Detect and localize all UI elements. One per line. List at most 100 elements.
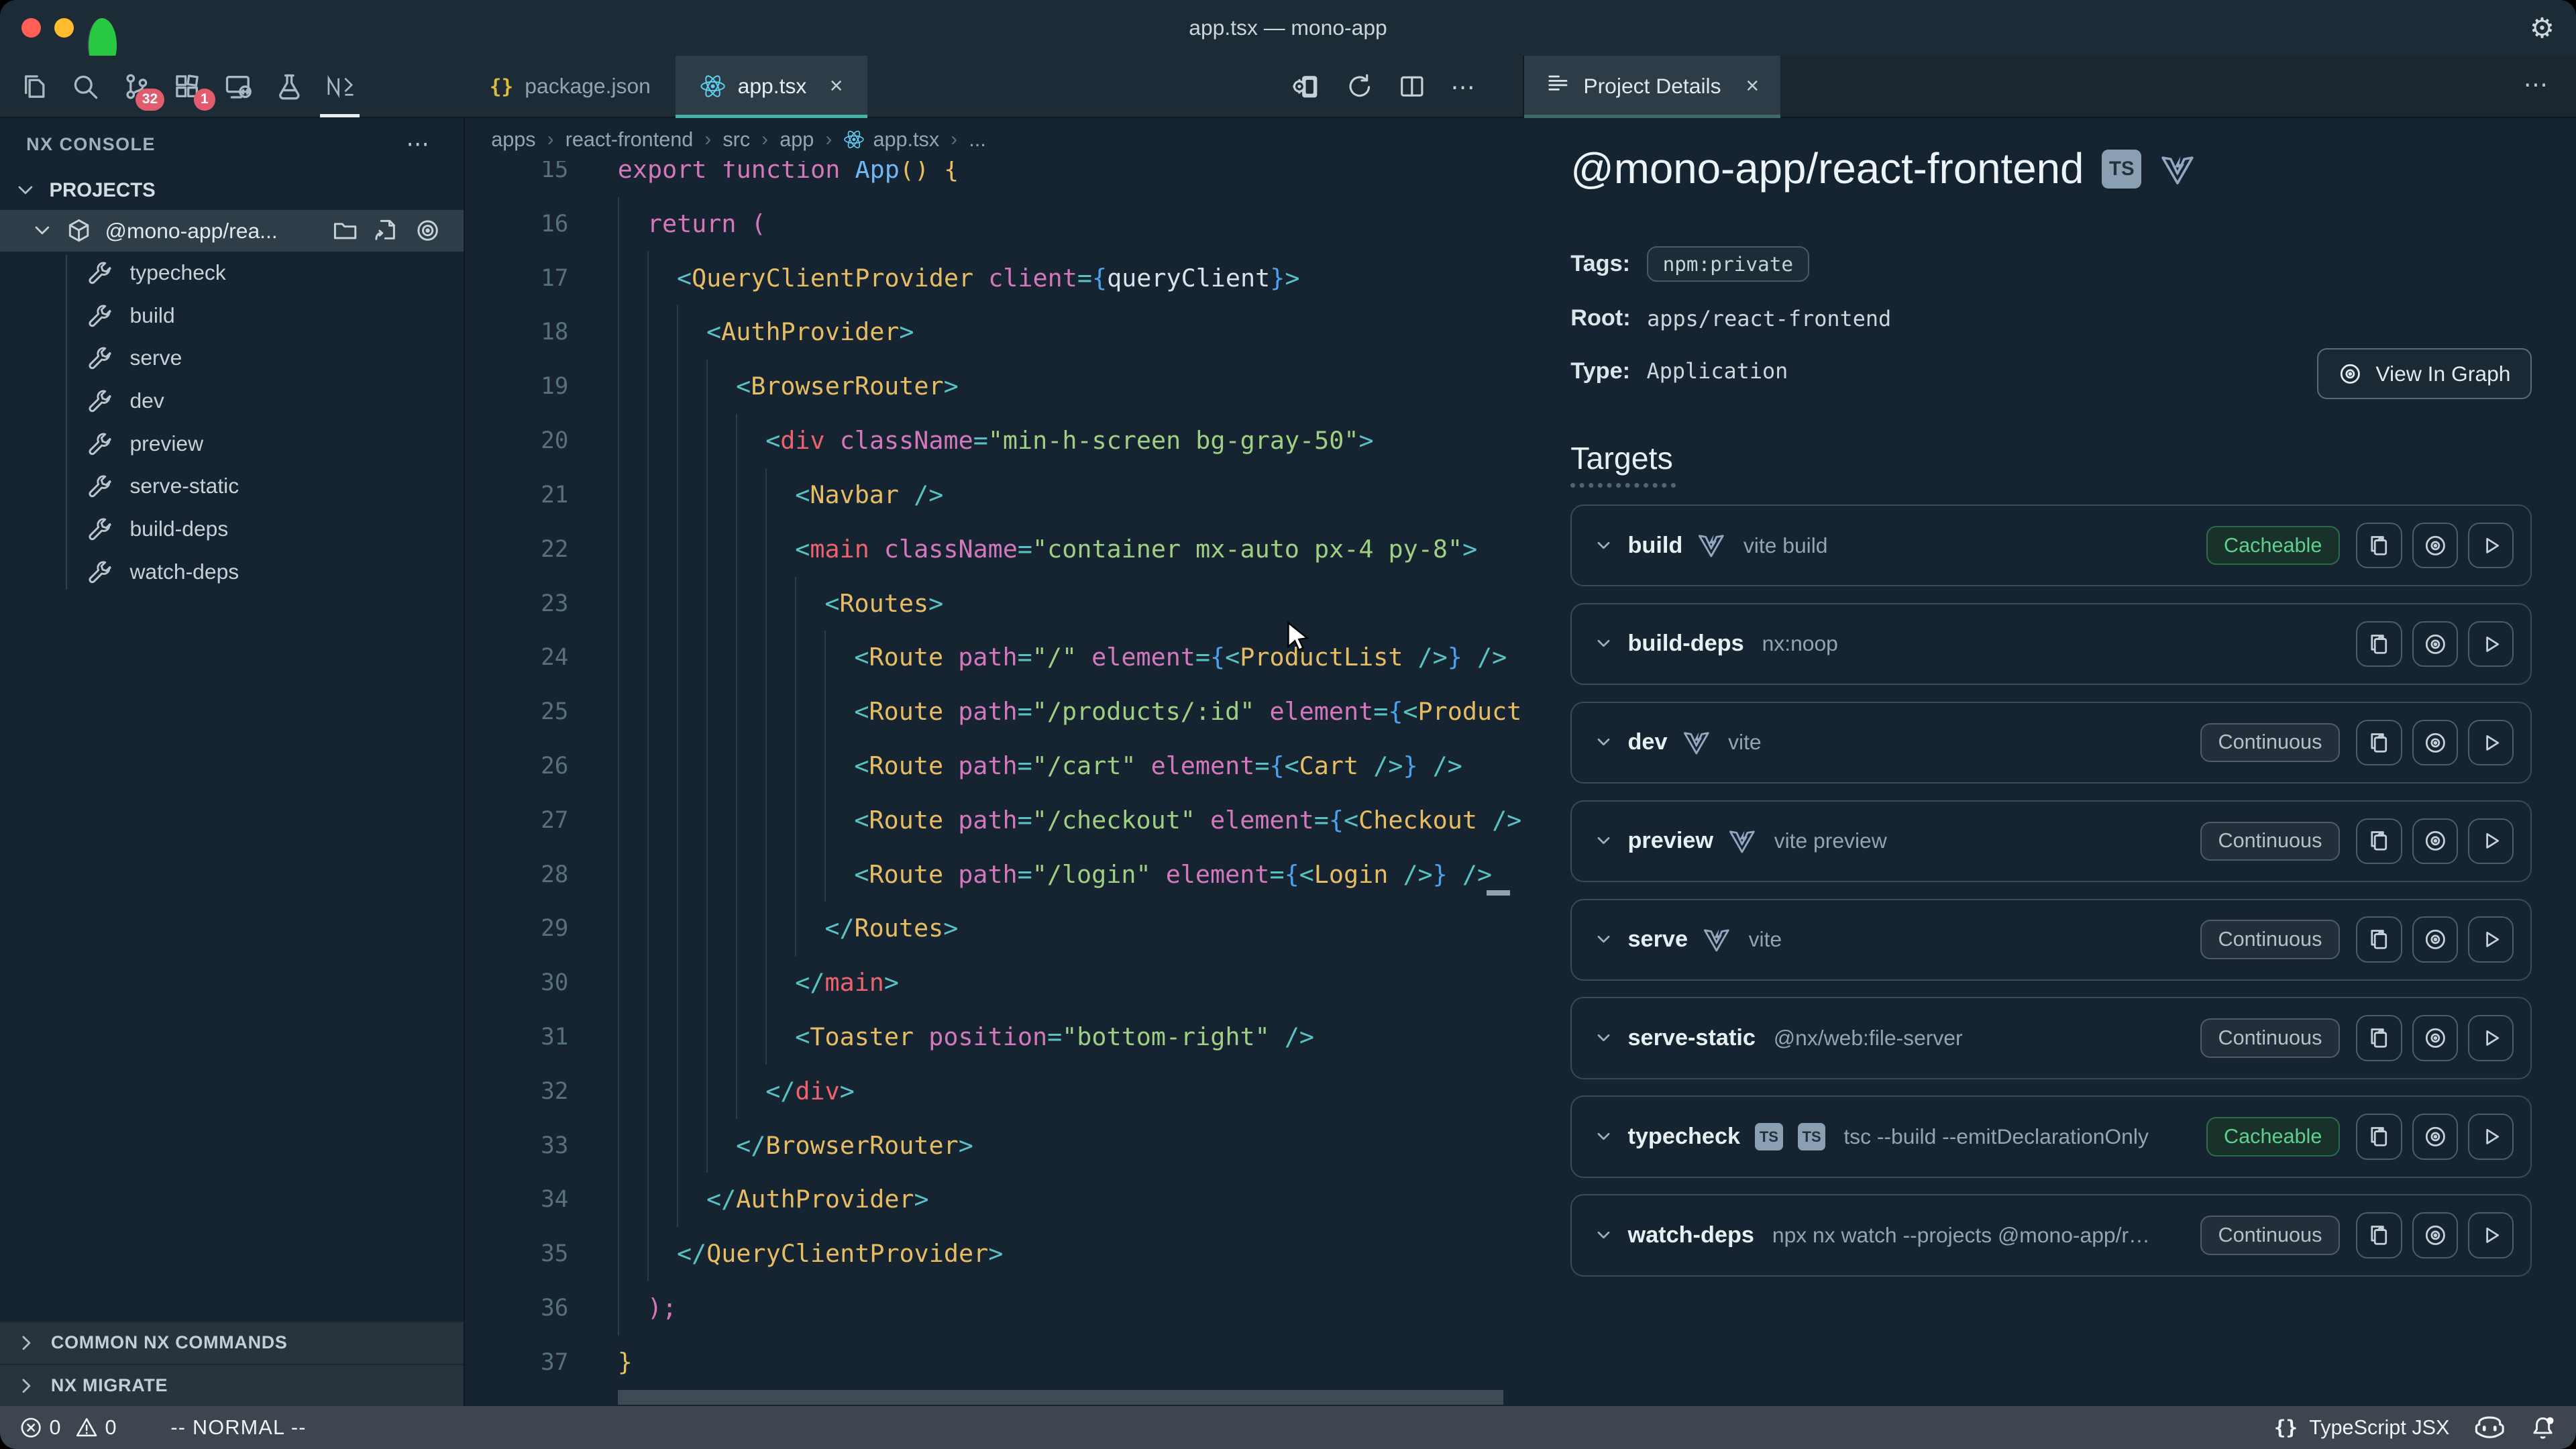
split-editor-icon[interactable] — [1398, 72, 1426, 101]
chevron-down-icon[interactable] — [1595, 930, 1613, 949]
settings-gear-icon[interactable]: ⚙ — [2530, 10, 2555, 46]
copy-button[interactable] — [2356, 818, 2402, 865]
target-card-build[interactable]: buildvite buildCacheable — [1570, 504, 2532, 586]
line-number[interactable]: 35 — [467, 1227, 569, 1281]
horizontal-scrollbar[interactable] — [618, 1390, 1503, 1405]
target-card-watch-deps[interactable]: watch-depsnpx nx watch --projects @mono-… — [1570, 1194, 2532, 1276]
line-number[interactable]: 25 — [467, 685, 569, 739]
extensions-icon[interactable]: 1 — [172, 72, 202, 101]
tree-item-task-build[interactable]: build — [0, 294, 464, 337]
line-number[interactable]: 16 — [467, 197, 569, 252]
tree-section-projects[interactable]: PROJECTS — [0, 171, 464, 211]
tree-item-task-serve-static[interactable]: serve-static — [0, 465, 464, 508]
copy-button[interactable] — [2356, 523, 2402, 569]
chevron-down-icon[interactable] — [1595, 1226, 1613, 1244]
code-viewport[interactable]: 15export function App() {16 return (17 <… — [467, 161, 1523, 1406]
line-number[interactable]: 36 — [467, 1281, 569, 1336]
target-card-typecheck[interactable]: typecheckTSTStsc --build --emitDeclarati… — [1570, 1095, 2532, 1177]
chevron-down-icon[interactable] — [1595, 635, 1613, 653]
copy-button[interactable] — [2356, 1015, 2402, 1061]
line-number[interactable]: 23 — [467, 577, 569, 631]
copy-button[interactable] — [2356, 621, 2402, 667]
refresh-icon[interactable] — [1346, 72, 1374, 101]
tree-item-project[interactable]: @mono-app/rea... — [0, 210, 464, 251]
view-button[interactable] — [2412, 916, 2459, 963]
breadcrumb-item[interactable]: app — [780, 128, 814, 152]
play-button[interactable] — [2468, 1212, 2514, 1258]
copy-button[interactable] — [2356, 916, 2402, 963]
chevron-down-icon[interactable] — [1595, 537, 1613, 555]
play-button[interactable] — [2468, 1015, 2514, 1061]
chevron-down-icon[interactable] — [1595, 1029, 1613, 1047]
sidebar-more-actions[interactable]: ⋯ — [406, 131, 431, 158]
view-button[interactable] — [2412, 1212, 2459, 1258]
chevron-down-icon[interactable] — [1595, 733, 1613, 751]
close-icon[interactable]: × — [1746, 73, 1759, 99]
line-number[interactable]: 30 — [467, 956, 569, 1010]
explorer-icon[interactable] — [19, 72, 49, 101]
minimize-window-button[interactable] — [54, 18, 74, 38]
chevron-down-icon[interactable] — [1595, 832, 1613, 850]
target-card-dev[interactable]: devviteContinuous — [1570, 702, 2532, 784]
target-card-serve-static[interactable]: serve-static@nx/web:file-serverContinuou… — [1570, 997, 2532, 1079]
copy-button[interactable] — [2356, 1212, 2402, 1258]
language-mode[interactable]: {} TypeScript JSX — [2274, 1416, 2450, 1440]
panel-more-actions[interactable]: ⋯ — [2524, 56, 2550, 117]
view-button[interactable] — [2412, 1015, 2459, 1061]
problems-indicator[interactable]: 0 0 — [19, 1416, 116, 1440]
copy-button[interactable] — [2356, 1114, 2402, 1160]
view-button[interactable] — [2412, 621, 2459, 667]
more-actions-icon[interactable]: ⋯ — [1450, 72, 1477, 101]
vim-mode-indicator[interactable]: -- NORMAL -- — [170, 1416, 306, 1440]
open-config-file-icon[interactable] — [373, 217, 399, 244]
line-number[interactable]: 34 — [467, 1173, 569, 1227]
line-number[interactable]: 29 — [467, 902, 569, 956]
tree-item-task-dev[interactable]: dev — [0, 380, 464, 423]
breadcrumb-item[interactable]: apps — [491, 128, 535, 152]
tree-item-task-typecheck[interactable]: typecheck — [0, 252, 464, 294]
tree-item-task-serve[interactable]: serve — [0, 337, 464, 380]
line-number[interactable]: 38 — [467, 1390, 569, 1407]
copilot-icon[interactable] — [2474, 1415, 2506, 1441]
target-card-serve[interactable]: serveviteContinuous — [1570, 899, 2532, 981]
play-button[interactable] — [2468, 523, 2514, 569]
play-button[interactable] — [2468, 1114, 2514, 1160]
play-button[interactable] — [2468, 720, 2514, 766]
line-number[interactable]: 20 — [467, 414, 569, 468]
open-project-details-icon[interactable] — [1291, 72, 1321, 101]
line-number[interactable]: 28 — [467, 848, 569, 902]
copy-button[interactable] — [2356, 720, 2402, 766]
view-button[interactable] — [2412, 720, 2459, 766]
remote-explorer-icon[interactable] — [223, 72, 253, 101]
folder-icon[interactable] — [332, 217, 358, 244]
line-number[interactable]: 15 — [467, 161, 569, 197]
tab-project-details[interactable]: Project Details × — [1524, 56, 1780, 117]
focus-target-icon[interactable] — [415, 217, 441, 244]
target-card-preview[interactable]: previewvite previewContinuous — [1570, 800, 2532, 882]
breadcrumb-item[interactable]: ... — [969, 128, 986, 152]
play-button[interactable] — [2468, 916, 2514, 963]
tab-package.json[interactable]: {}package.json — [465, 56, 676, 117]
testing-icon[interactable] — [274, 72, 304, 101]
play-button[interactable] — [2468, 621, 2514, 667]
search-icon[interactable] — [70, 72, 100, 101]
section-common-nx-commands[interactable]: COMMON NX COMMANDS — [0, 1321, 464, 1364]
breadcrumb-item[interactable]: react-frontend — [566, 128, 694, 152]
line-number[interactable]: 21 — [467, 468, 569, 523]
line-number[interactable]: 32 — [467, 1065, 569, 1119]
line-number[interactable]: 26 — [467, 739, 569, 794]
nx-console-icon[interactable] — [325, 72, 355, 101]
view-button[interactable] — [2412, 818, 2459, 865]
line-number[interactable]: 33 — [467, 1119, 569, 1173]
line-number[interactable]: 24 — [467, 631, 569, 685]
close-window-button[interactable] — [21, 18, 41, 38]
breadcrumb-item[interactable]: app.tsx — [843, 128, 939, 152]
chevron-down-icon[interactable] — [1595, 1128, 1613, 1146]
tree-item-task-watch-deps[interactable]: watch-deps — [0, 550, 464, 593]
section-nx-migrate[interactable]: NX MIGRATE — [0, 1364, 464, 1407]
view-in-graph-button[interactable]: View In Graph — [2317, 348, 2532, 399]
play-button[interactable] — [2468, 818, 2514, 865]
target-card-build-deps[interactable]: build-depsnx:noop — [1570, 603, 2532, 685]
tab-app.tsx[interactable]: app.tsx× — [676, 56, 868, 117]
tree-item-task-preview[interactable]: preview — [0, 422, 464, 465]
